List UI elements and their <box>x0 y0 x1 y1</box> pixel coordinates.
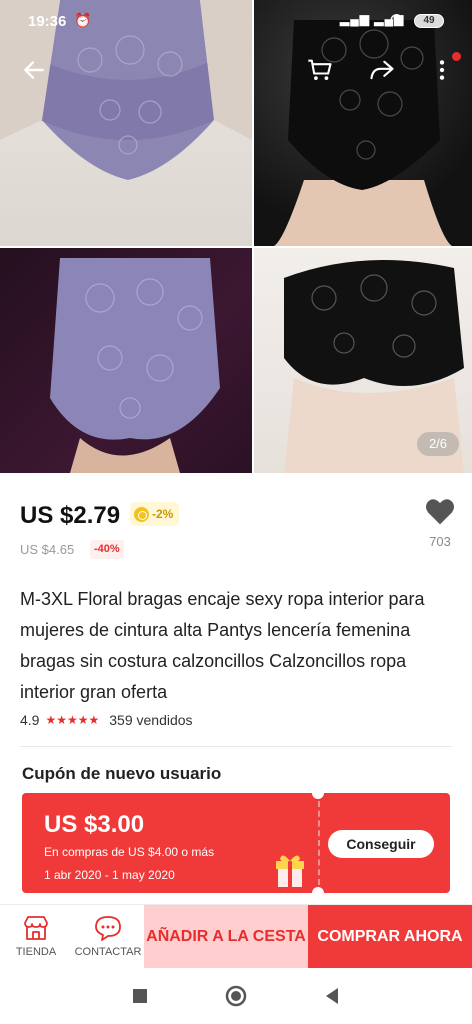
status-bar: 19:36 ⏰ ▂▄▆ ▂▄▆ ◠ 49 <box>0 0 472 44</box>
coupon-heading: Cupón de nuevo usuario <box>22 764 222 783</box>
back-arrow-icon <box>24 61 44 79</box>
product-title: M-3XL Floral bragas encaje sexy ropa int… <box>20 589 425 702</box>
bottom-action-bar: TIENDA CONTACTAR AÑADIR A LA CESTA COMPR… <box>0 904 472 969</box>
system-nav-bar <box>0 968 472 1024</box>
heart-icon <box>426 499 454 525</box>
share-button[interactable] <box>364 52 400 88</box>
rating-stars: ★★★★★ <box>45 713 100 727</box>
store-icon <box>24 916 48 940</box>
alarm-icon: ⏰ <box>74 12 92 28</box>
coupon-dates: 1 abr 2020 - 1 may 2020 <box>44 868 175 882</box>
buy-now-button[interactable]: COMPRAR AHORA <box>308 905 472 969</box>
cart-icon <box>308 59 332 81</box>
original-price: US $4.65 <box>20 542 75 557</box>
lace-panty-lavender-back <box>50 258 220 473</box>
gift-icon <box>276 855 304 887</box>
home-icon[interactable] <box>224 984 248 1008</box>
back-button[interactable] <box>16 52 52 88</box>
battery-icon: 49 <box>414 14 444 28</box>
coupon-condition: En compras de US $4.00 o más <box>44 845 215 859</box>
system-back-icon[interactable] <box>320 984 344 1008</box>
divider <box>20 746 452 747</box>
status-time: 19:36 <box>28 13 67 30</box>
contact-label: CONTACTAR <box>74 946 142 958</box>
coin-discount-badge[interactable]: -2% <box>130 502 180 526</box>
chat-icon <box>95 916 121 941</box>
cart-button[interactable] <box>302 52 338 88</box>
product-price: US $2.79 <box>20 502 121 529</box>
wifi-icon: ◠ <box>390 11 404 28</box>
store-label: TIENDA <box>15 946 57 958</box>
image-pager: 2/6 <box>417 432 459 456</box>
coupon-separator <box>318 801 320 885</box>
wishlist-button[interactable] <box>424 496 456 526</box>
product-image-3[interactable] <box>0 248 252 473</box>
sold-count: 359 vendidos <box>109 712 193 728</box>
coin-icon <box>134 506 149 522</box>
get-coupon-button[interactable]: Conseguir <box>328 830 434 858</box>
share-icon <box>370 60 394 80</box>
discount-badge: -40% <box>90 540 124 559</box>
add-to-cart-button[interactable]: AÑADIR A LA CESTA <box>144 905 308 969</box>
wishlist-count: 703 <box>429 534 451 549</box>
recent-apps-icon[interactable] <box>128 984 152 1008</box>
more-icon <box>439 60 445 80</box>
product-gallery[interactable]: 19:36 ⏰ ▂▄▆ ▂▄▆ ◠ 49 2/6 <box>0 0 472 473</box>
rating-row[interactable]: 4.9 ★★★★★ 359 vendidos <box>20 712 193 728</box>
cart-notification-dot <box>452 52 461 61</box>
coin-discount-text: -2% <box>152 507 174 521</box>
store-button[interactable]: TIENDA <box>0 905 72 969</box>
rating-value: 4.9 <box>20 712 40 728</box>
new-user-coupon[interactable]: US $3.00 En compras de US $4.00 o más 1 … <box>22 793 450 893</box>
contact-button[interactable]: CONTACTAR <box>72 905 144 969</box>
coupon-amount: US $3.00 <box>44 811 145 838</box>
